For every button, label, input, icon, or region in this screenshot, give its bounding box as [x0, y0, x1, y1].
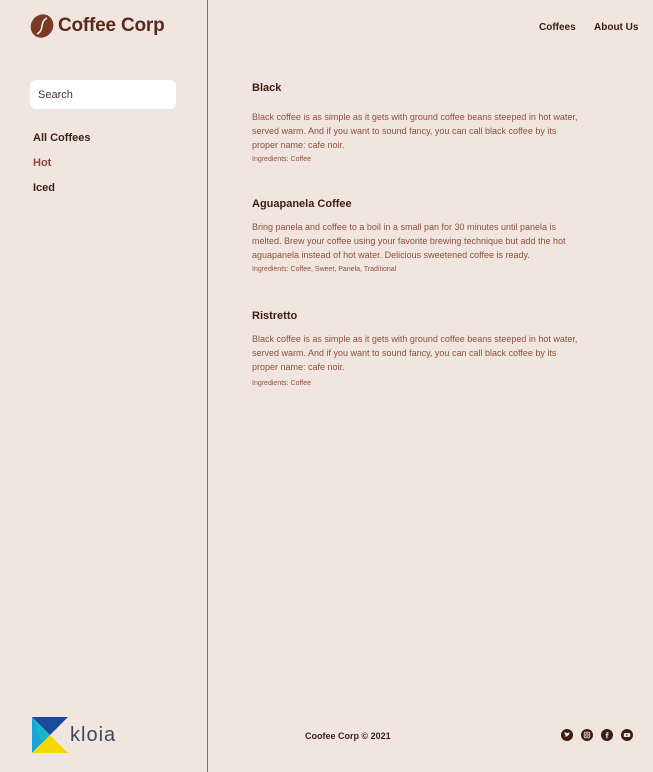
coffee-ingredients: Ingredients: Coffee	[252, 156, 312, 163]
nav-about-us[interactable]: About Us	[594, 22, 638, 33]
youtube-icon[interactable]	[621, 729, 633, 741]
twitter-icon[interactable]	[561, 729, 573, 741]
sidebar: Coffee Corp All Coffees Hot Iced kloia	[0, 0, 208, 772]
coffee-description: Black coffee is as simple as it gets wit…	[252, 334, 578, 372]
category-all-coffees[interactable]: All Coffees	[33, 132, 90, 144]
coffee-ingredients: Ingredients: Coffee, Sweet, Panela, Trad…	[252, 266, 397, 273]
coffee-item: Ristretto Black coffee is as simple as i…	[252, 310, 584, 387]
coffee-ingredients: Ingredients: Coffee	[252, 380, 312, 387]
category-hot[interactable]: Hot	[33, 157, 51, 169]
kloia-logo[interactable]: kloia	[32, 717, 116, 753]
kloia-wordmark: kloia	[70, 723, 117, 746]
coffee-title[interactable]: Black	[252, 82, 584, 94]
facebook-icon[interactable]	[601, 729, 613, 741]
coffee-title[interactable]: Ristretto	[252, 310, 584, 322]
coffee-title[interactable]: Aguapanela Coffee	[252, 198, 584, 210]
category-iced[interactable]: Iced	[33, 182, 55, 194]
coffee-description: Bring panela and coffee to a boil in a s…	[252, 222, 566, 260]
instagram-icon[interactable]	[581, 729, 593, 741]
brand-logo[interactable]: Coffee Corp	[30, 14, 165, 38]
coffee-item: Black Black coffee is as simple as it ge…	[252, 82, 584, 163]
coffee-bean-icon	[30, 14, 54, 38]
nav-coffees[interactable]: Coffees	[539, 22, 576, 33]
coffee-item: Aguapanela Coffee Bring panela and coffe…	[252, 198, 584, 273]
kloia-mark-icon	[32, 717, 68, 753]
footer-copyright: Coofee Corp © 2021	[305, 731, 391, 741]
search-input[interactable]	[30, 80, 176, 109]
brand-name: Coffee Corp	[58, 15, 165, 36]
coffee-description: Black coffee is as simple as it gets wit…	[252, 112, 578, 150]
